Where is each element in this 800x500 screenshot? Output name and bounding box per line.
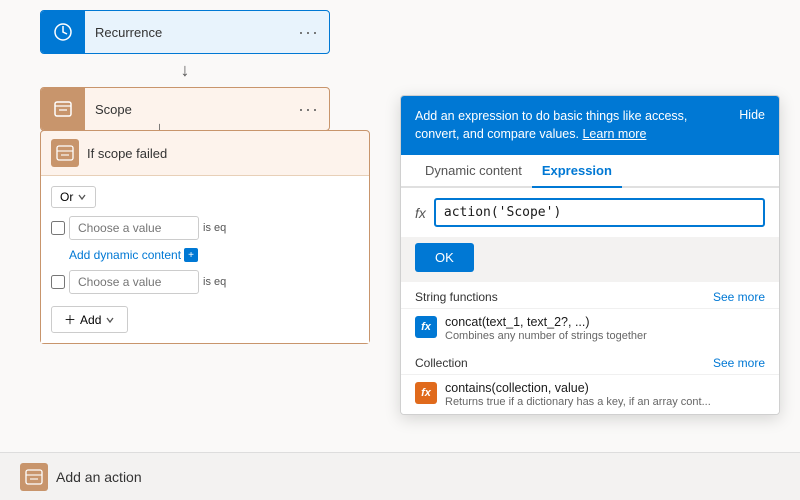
- panel-tabs: Dynamic content Expression: [401, 155, 779, 188]
- recurrence-title: Recurrence: [85, 25, 288, 40]
- arrow-down-1: ↓: [40, 60, 330, 81]
- condition-body: Or is eq Add dynamic content + is eq ＋ A…: [41, 176, 369, 343]
- flow-container: Recurrence ··· ↓ Scope ···: [40, 10, 330, 131]
- expression-input[interactable]: [434, 198, 765, 227]
- expression-panel: Add an expression to do basic things lik…: [400, 95, 780, 415]
- concat-function-desc: Combines any number of strings together: [445, 330, 647, 342]
- canvas-area: Recurrence ··· ↓ Scope ··· ↓: [0, 0, 800, 500]
- add-condition-button[interactable]: ＋ Add: [51, 306, 128, 333]
- recurrence-icon: [41, 10, 85, 54]
- scope-icon: [41, 87, 85, 131]
- plus-badge: +: [184, 248, 198, 262]
- contains-function-item[interactable]: fx contains(collection, value) Returns t…: [401, 374, 779, 414]
- add-action-label: Add an action: [56, 469, 142, 485]
- string-functions-see-more[interactable]: See more: [713, 290, 765, 304]
- condition-row-1: is eq: [51, 216, 359, 240]
- string-functions-header: String functions See more: [401, 282, 779, 308]
- scope-more[interactable]: ···: [288, 99, 329, 120]
- functions-area: String functions See more fx concat(text…: [401, 282, 779, 414]
- condition-checkbox-2[interactable]: [51, 275, 65, 289]
- is-equal-badge-2: is eq: [203, 276, 226, 288]
- concat-function-name: concat(text_1, text_2?, ...): [445, 315, 647, 329]
- concat-function-info: concat(text_1, text_2?, ...) Combines an…: [445, 315, 647, 342]
- condition-header: If scope failed: [41, 131, 369, 176]
- ok-button-area: OK: [401, 237, 779, 282]
- expression-input-area: fx: [401, 188, 779, 237]
- collection-header: Collection See more: [401, 348, 779, 374]
- add-action-button[interactable]: Add an action: [20, 463, 142, 491]
- learn-more-link[interactable]: Learn more: [582, 127, 646, 141]
- bottom-bar: Add an action: [0, 452, 800, 500]
- tab-dynamic-content[interactable]: Dynamic content: [415, 155, 532, 188]
- hide-button[interactable]: Hide: [739, 108, 765, 122]
- recurrence-more[interactable]: ···: [288, 22, 329, 43]
- recurrence-block[interactable]: Recurrence ···: [40, 10, 330, 54]
- contains-fx-icon: fx: [415, 382, 437, 404]
- scope-block[interactable]: Scope ···: [40, 87, 330, 131]
- condition-row-2: is eq: [51, 270, 359, 294]
- scope-title: Scope: [85, 102, 288, 117]
- panel-header: Add an expression to do basic things lik…: [401, 96, 779, 155]
- condition-value-input-2[interactable]: [69, 270, 199, 294]
- condition-title: If scope failed: [87, 146, 167, 161]
- condition-icon: [51, 139, 79, 167]
- condition-block: If scope failed Or is eq Add dynamic con…: [40, 130, 370, 344]
- contains-function-name: contains(collection, value): [445, 381, 711, 395]
- or-dropdown[interactable]: Or: [51, 186, 96, 208]
- fx-label: fx: [415, 205, 426, 221]
- add-dynamic-content-link[interactable]: Add dynamic content +: [69, 248, 359, 262]
- panel-header-text: Add an expression to do basic things lik…: [415, 108, 729, 143]
- collection-see-more[interactable]: See more: [713, 356, 765, 370]
- concat-fx-icon: fx: [415, 316, 437, 338]
- condition-value-input-1[interactable]: [69, 216, 199, 240]
- ok-button[interactable]: OK: [415, 243, 474, 272]
- condition-checkbox-1[interactable]: [51, 221, 65, 235]
- concat-function-item[interactable]: fx concat(text_1, text_2?, ...) Combines…: [401, 308, 779, 348]
- contains-function-desc: Returns true if a dictionary has a key, …: [445, 396, 711, 408]
- add-action-icon: [20, 463, 48, 491]
- contains-function-info: contains(collection, value) Returns true…: [445, 381, 711, 408]
- is-equal-badge-1: is eq: [203, 222, 226, 234]
- tab-expression[interactable]: Expression: [532, 155, 622, 188]
